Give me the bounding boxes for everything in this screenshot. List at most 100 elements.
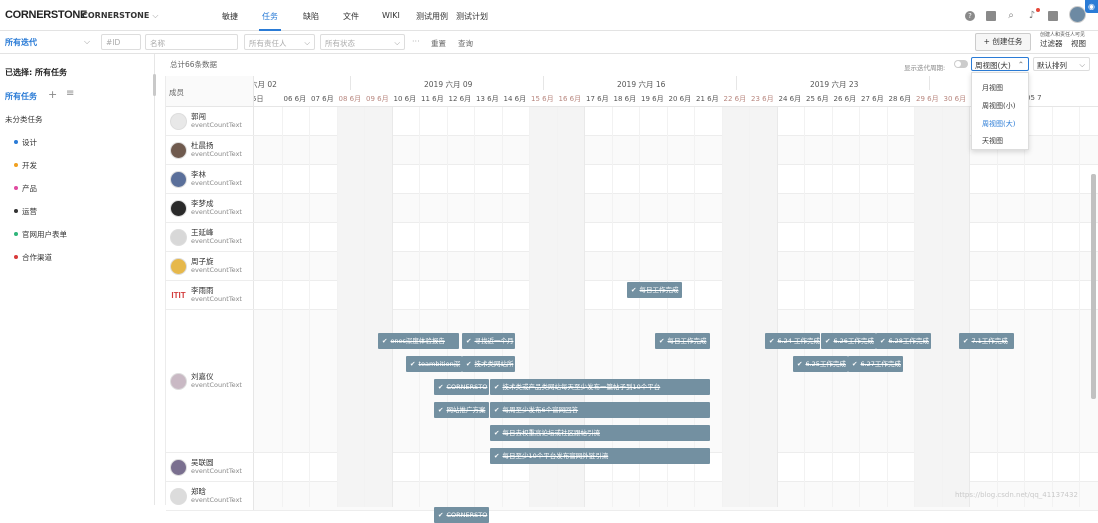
view-select[interactable]: 周视图(大) ⌃ bbox=[971, 57, 1029, 71]
grid-line bbox=[364, 107, 365, 507]
member-cell[interactable]: 刘嘉仪 eventCountText bbox=[166, 310, 254, 452]
sidebar-item-all-tasks[interactable]: 所有任务 bbox=[5, 91, 37, 102]
corner-app-icon[interactable]: ◉ bbox=[1085, 0, 1098, 13]
task-bar[interactable]: ✔ 技术类或产品类网站每天至少发布一篇帖子到10个平台 bbox=[490, 379, 710, 395]
bell-icon[interactable]: ♪ bbox=[1027, 11, 1037, 21]
day-label: 13 6月 bbox=[476, 95, 499, 103]
member-cell[interactable]: 郑晗 eventCountText bbox=[166, 482, 254, 510]
sidebar-category[interactable]: 开发 bbox=[14, 160, 37, 171]
project-switcher[interactable]: CORNERSTONE ⌵ bbox=[82, 11, 158, 21]
member-cell[interactable]: ITIT 李雨雨 eventCountText bbox=[166, 281, 254, 309]
task-bar[interactable]: ✔ CORNERSTO bbox=[434, 379, 489, 395]
sidebar-category[interactable]: 运营 bbox=[14, 206, 37, 217]
name-input[interactable]: 名称 bbox=[145, 34, 238, 50]
nav-defects[interactable]: 缺陷 bbox=[303, 11, 319, 22]
chevron-down-icon[interactable]: ⌵ bbox=[84, 37, 90, 47]
id-input[interactable]: #ID bbox=[101, 34, 141, 50]
vertical-scrollbar[interactable] bbox=[1091, 174, 1096, 399]
status-select[interactable]: 所有状态 ⌵ bbox=[320, 34, 405, 50]
more-icon[interactable]: ··· bbox=[412, 37, 420, 46]
task-bar[interactable]: ✔ ones深度体验报告 bbox=[378, 333, 459, 349]
iteration-toggle[interactable] bbox=[954, 60, 968, 68]
task-label: 每日工作完成 bbox=[639, 286, 679, 294]
task-bar[interactable]: ✔ 6.28工作完成 bbox=[876, 333, 931, 349]
task-bar[interactable]: ✔ 技术类网站所 bbox=[462, 356, 515, 372]
grid-line bbox=[1079, 107, 1080, 507]
plus-icon[interactable]: + bbox=[48, 88, 57, 101]
view-option-day[interactable]: 天视图 bbox=[982, 136, 1003, 146]
day-label: 24 6月 bbox=[778, 95, 802, 103]
member-event-count: eventCountText bbox=[191, 149, 242, 158]
sort-select[interactable]: 默认排列 ⌵ bbox=[1033, 57, 1090, 71]
member-cell[interactable]: 郭闯 eventCountText bbox=[166, 107, 254, 135]
create-task-button[interactable]: + 创建任务 bbox=[975, 33, 1031, 51]
task-bar[interactable]: ✔ 网站推广方案 bbox=[434, 402, 489, 418]
task-bar[interactable]: ✔ 每周至少发布6个官网回答 bbox=[490, 402, 710, 418]
nav-agile[interactable]: 敏捷 bbox=[222, 11, 238, 22]
task-bar[interactable]: ✔ 6.27工作完成 bbox=[848, 356, 903, 372]
filter-button[interactable]: 过滤器 bbox=[1040, 38, 1063, 49]
nav-files[interactable]: 文件 bbox=[343, 11, 359, 22]
grid-line bbox=[666, 107, 668, 507]
task-bar[interactable]: ✔ CORNERSTO bbox=[434, 507, 489, 523]
help-icon[interactable]: ? bbox=[965, 11, 975, 21]
search-icon[interactable]: ⌕ bbox=[1006, 11, 1016, 21]
task-bar[interactable]: ✔ 寻找近一个月 bbox=[462, 333, 515, 349]
view-button[interactable]: 视图 bbox=[1071, 38, 1086, 49]
task-bar[interactable]: ✔ 每日去权重高论坛或社区跟帖引流 bbox=[490, 425, 710, 441]
category-label: 产品 bbox=[22, 184, 37, 193]
search-button[interactable]: 查询 bbox=[458, 38, 473, 49]
sidebar-item-uncategorized[interactable]: 未分类任务 bbox=[5, 114, 43, 125]
iteration-select[interactable]: 所有迭代 bbox=[5, 37, 37, 48]
member-cell[interactable]: 李林 eventCountText bbox=[166, 165, 254, 193]
grid-line bbox=[639, 107, 640, 507]
view-option-week-small[interactable]: 周视图(小) bbox=[982, 101, 1015, 111]
nav-test-plans[interactable]: 测试计划 bbox=[456, 11, 488, 22]
grid-line bbox=[529, 107, 530, 507]
grid-line bbox=[886, 107, 888, 507]
avatar bbox=[170, 170, 187, 188]
member-cell[interactable]: 王延峰 eventCountText bbox=[166, 223, 254, 251]
user-avatar[interactable] bbox=[1069, 6, 1086, 23]
filter-bar: 所有迭代 ⌵ #ID 名称 所有责任人 ⌵ 所有状态 ⌵ ··· 重置 查询 + 创… bbox=[0, 31, 1098, 54]
nav-test-cases[interactable]: 测试用例 bbox=[416, 11, 448, 22]
sidebar-category[interactable]: 合作渠道 bbox=[14, 252, 52, 263]
members-header: 成员 bbox=[166, 76, 254, 107]
member-cell[interactable]: 杜晨扬 eventCountText bbox=[166, 136, 254, 164]
selected-filter: 已选择: 所有任务 bbox=[5, 67, 67, 78]
member-cell[interactable]: 李梦成 eventCountText bbox=[166, 194, 254, 222]
nav-tasks[interactable]: 任务 bbox=[259, 11, 281, 31]
task-label: 6.24 工作完成 bbox=[777, 337, 820, 345]
check-icon: ✔ bbox=[494, 429, 500, 437]
task-bar[interactable]: ✔ 6.26工作完成 bbox=[821, 333, 876, 349]
sidebar-category[interactable]: 产品 bbox=[14, 183, 37, 194]
document-icon[interactable] bbox=[986, 11, 996, 21]
member-cell[interactable]: 吴联圆 eventCountText bbox=[166, 453, 254, 481]
task-bar[interactable]: ✔ 每日工作完成 bbox=[627, 282, 682, 298]
reset-button[interactable]: 重置 bbox=[431, 38, 446, 49]
member-cell[interactable]: 周子旋 eventCountText bbox=[166, 252, 254, 280]
check-icon: ✔ bbox=[466, 360, 472, 368]
avatar bbox=[170, 257, 187, 275]
task-bar[interactable]: ✔ 7.1工作完成 bbox=[959, 333, 1014, 349]
view-option-week-large[interactable]: 周视图(大) bbox=[982, 119, 1015, 129]
week-label: 2019 六月 23 bbox=[810, 80, 859, 89]
member-event-count: eventCountText bbox=[191, 294, 242, 303]
task-bar[interactable]: ✔ 6.24 工作完成 bbox=[765, 333, 820, 349]
task-bar[interactable]: ✔ 每日工作完成 bbox=[655, 333, 710, 349]
view-dropdown: 月视图 周视图(小) 周视图(大) 天视图 bbox=[971, 72, 1029, 150]
menu-icon[interactable]: ≡ bbox=[66, 88, 74, 99]
task-bar[interactable]: ✔ 6.25工作完成 bbox=[793, 356, 848, 372]
owner-select[interactable]: 所有责任人 ⌵ bbox=[244, 34, 315, 50]
grid-line bbox=[556, 107, 558, 507]
sidebar-category[interactable]: 官网用户表单 bbox=[14, 229, 67, 240]
sidebar-category[interactable]: 设计 bbox=[14, 137, 37, 148]
view-option-month[interactable]: 月视图 bbox=[982, 83, 1003, 93]
grid-line bbox=[996, 107, 998, 507]
task-bar[interactable]: ✔ teambition深 bbox=[406, 356, 462, 372]
grid-line bbox=[446, 107, 448, 507]
nav-wiki[interactable]: WIKI bbox=[382, 11, 400, 20]
calendar-icon[interactable] bbox=[1048, 11, 1058, 21]
week-divider bbox=[350, 76, 351, 90]
task-bar[interactable]: ✔ 每日至少10个平台发布官网外链引流 bbox=[490, 448, 710, 464]
